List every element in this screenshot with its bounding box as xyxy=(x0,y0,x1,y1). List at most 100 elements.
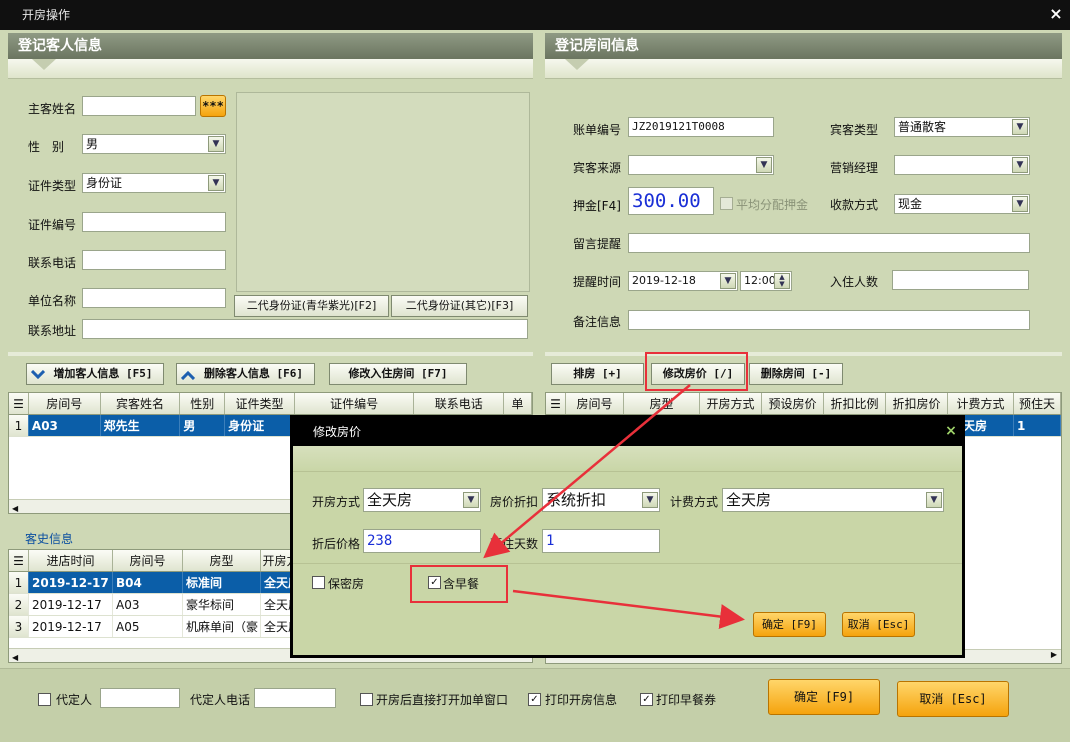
column-header[interactable]: 房型 xyxy=(624,393,700,414)
agent-input[interactable] xyxy=(100,688,180,708)
column-header[interactable]: 预设房价 xyxy=(762,393,824,414)
scroll-right-icon[interactable]: ▶ xyxy=(1051,650,1057,659)
deposit-input[interactable]: 300.00 xyxy=(628,187,714,215)
idcard-reader-button-1[interactable]: 二代身份证(青华紫光)[F2] xyxy=(234,295,389,317)
source-label: 宾客来源 xyxy=(573,161,622,175)
gender-select[interactable]: 男 ▼ xyxy=(82,134,226,154)
chevron-down-icon[interactable]: ▼ xyxy=(463,492,479,508)
chevron-down-icon[interactable]: ▼ xyxy=(642,492,658,508)
bill-no-input[interactable]: JZ2019121T0008 xyxy=(628,117,774,137)
chevron-down-icon[interactable]: ▼ xyxy=(208,175,224,191)
avg-deposit-checkbox[interactable] xyxy=(720,197,733,210)
idtype-select[interactable]: 身份证 ▼ xyxy=(82,173,226,193)
cancel-button[interactable]: 取消 [Esc] xyxy=(897,681,1009,717)
payment-label: 收款方式 xyxy=(830,198,879,212)
mode-select[interactable]: 全天房 ▼ xyxy=(363,488,481,512)
guest-count-input[interactable] xyxy=(892,270,1029,290)
delete-guest-button[interactable]: 删除客人信息 [F6] xyxy=(176,363,315,385)
scroll-left-icon[interactable]: ◀ xyxy=(9,653,18,662)
chevron-down-icon[interactable]: ▼ xyxy=(1012,157,1028,173)
add-guest-label: 增加客人信息 [F5] xyxy=(53,367,153,380)
guest-table-header: ☰ 房间号 宾客姓名 性别 证件类型 证件编号 联系电话 单 xyxy=(9,393,532,415)
delete-room-button[interactable]: 删除房间 [-] xyxy=(749,363,843,385)
idcard-reader-button-2[interactable]: 二代身份证(其它)[F3] xyxy=(391,295,528,317)
scroll-left-icon[interactable]: ◀ xyxy=(9,504,18,513)
column-header[interactable]: 进店时间 xyxy=(29,550,113,571)
discount-select[interactable]: 系统折扣 ▼ xyxy=(542,488,660,512)
column-header[interactable]: 单 xyxy=(504,393,532,414)
idtype-value: 身份证 xyxy=(86,176,123,190)
source-select[interactable]: ▼ xyxy=(628,155,774,175)
manager-select[interactable]: ▼ xyxy=(894,155,1030,175)
column-header[interactable]: 联系电话 xyxy=(414,393,505,414)
column-header[interactable]: 房型 xyxy=(183,550,261,571)
window-close-icon[interactable]: × xyxy=(1046,4,1066,24)
company-input[interactable] xyxy=(82,288,226,308)
chevron-down-icon[interactable]: ▼ xyxy=(720,273,736,289)
remind-time-stepper[interactable]: 12:00 ▲ ▼ xyxy=(740,271,792,291)
secret-room-checkbox[interactable] xyxy=(312,576,325,589)
idno-label: 证件编号 xyxy=(28,218,77,232)
confirm-button[interactable]: 确定 [F9] xyxy=(768,679,880,715)
column-header[interactable]: 房间号 xyxy=(566,393,624,414)
deposit-label: 押金[F4] xyxy=(573,199,621,213)
column-header[interactable]: 计费方式 xyxy=(948,393,1014,414)
grid-menu-icon[interactable]: ☰ xyxy=(9,393,29,414)
add-guest-button[interactable]: 增加客人信息 [F5] xyxy=(26,363,164,385)
guest-type-select[interactable]: 普通散客 ▼ xyxy=(894,117,1030,137)
chevron-down-icon[interactable]: ▼ xyxy=(1012,119,1028,135)
table-cell: 机麻单间（豪 xyxy=(183,616,261,637)
column-header[interactable]: 折扣房价 xyxy=(886,393,948,414)
guest-name-label: 主客姓名 xyxy=(28,102,77,116)
column-header[interactable]: 性别 xyxy=(180,393,226,414)
column-header[interactable]: 折扣比例 xyxy=(824,393,886,414)
column-header[interactable]: 宾客姓名 xyxy=(101,393,181,414)
phone-input[interactable] xyxy=(82,250,226,270)
company-label: 单位名称 xyxy=(28,294,77,308)
chevron-down-icon[interactable]: ▼ xyxy=(926,492,942,508)
modify-room-button[interactable]: 修改入住房间 [F7] xyxy=(329,363,467,385)
message-input[interactable] xyxy=(628,233,1030,253)
dialog-close-icon[interactable]: × xyxy=(943,423,959,439)
guest-name-lookup-button[interactable]: *** xyxy=(200,95,226,117)
modify-price-button[interactable]: 修改房价 [/] xyxy=(651,363,745,385)
guest-name-input[interactable] xyxy=(82,96,196,116)
chevron-down-icon[interactable]: ▼ xyxy=(1012,196,1028,212)
dialog-confirm-button[interactable]: 确定 [F9] xyxy=(753,612,826,637)
avg-deposit-label: 平均分配押金 xyxy=(736,198,809,212)
phone-label: 联系电话 xyxy=(28,256,77,270)
dialog-cancel-button[interactable]: 取消 [Esc] xyxy=(842,612,915,637)
table-cell: A05 xyxy=(113,616,183,637)
breakfast-checkbox[interactable]: ✓ xyxy=(428,576,441,589)
days-input[interactable]: 1 xyxy=(542,529,660,553)
print-open-checkbox[interactable]: ✓ xyxy=(528,693,541,706)
grid-menu-icon[interactable]: ☰ xyxy=(546,393,566,414)
column-header[interactable]: 房间号 xyxy=(113,550,183,571)
print-breakfast-checkbox[interactable]: ✓ xyxy=(640,693,653,706)
remark-input[interactable] xyxy=(628,310,1030,330)
column-header[interactable]: 预住天 xyxy=(1014,393,1061,414)
column-header[interactable]: 开房方式 xyxy=(700,393,762,414)
arrange-room-button[interactable]: 排房 [+] xyxy=(551,363,644,385)
chevron-down-icon[interactable]: ▼ xyxy=(208,136,224,152)
address-input[interactable] xyxy=(82,319,528,339)
column-header[interactable]: 证件编号 xyxy=(295,393,415,414)
agent-phone-input[interactable] xyxy=(254,688,336,708)
agent-checkbox[interactable] xyxy=(38,693,51,706)
billing-select[interactable]: 全天房 ▼ xyxy=(722,488,944,512)
print-breakfast-label: 打印早餐券 xyxy=(656,693,717,707)
grid-menu-icon[interactable]: ☰ xyxy=(9,550,29,571)
column-header[interactable]: 证件类型 xyxy=(225,393,295,414)
remind-date-select[interactable]: 2019-12-18 ▼ xyxy=(628,271,738,291)
open-addorder-checkbox[interactable] xyxy=(360,693,373,706)
column-header[interactable]: 房间号 xyxy=(29,393,101,414)
idno-input[interactable] xyxy=(82,212,226,232)
payment-select[interactable]: 现金 ▼ xyxy=(894,194,1030,214)
row-number: 3 xyxy=(9,616,29,637)
billing-label: 计费方式 xyxy=(670,495,719,509)
window-title: 开房操作 xyxy=(0,0,1070,30)
price-input[interactable]: 238 xyxy=(363,529,481,553)
gender-label: 性 别 xyxy=(28,140,65,154)
spinner-icon[interactable]: ▲ ▼ xyxy=(774,273,790,289)
chevron-down-icon[interactable]: ▼ xyxy=(756,157,772,173)
